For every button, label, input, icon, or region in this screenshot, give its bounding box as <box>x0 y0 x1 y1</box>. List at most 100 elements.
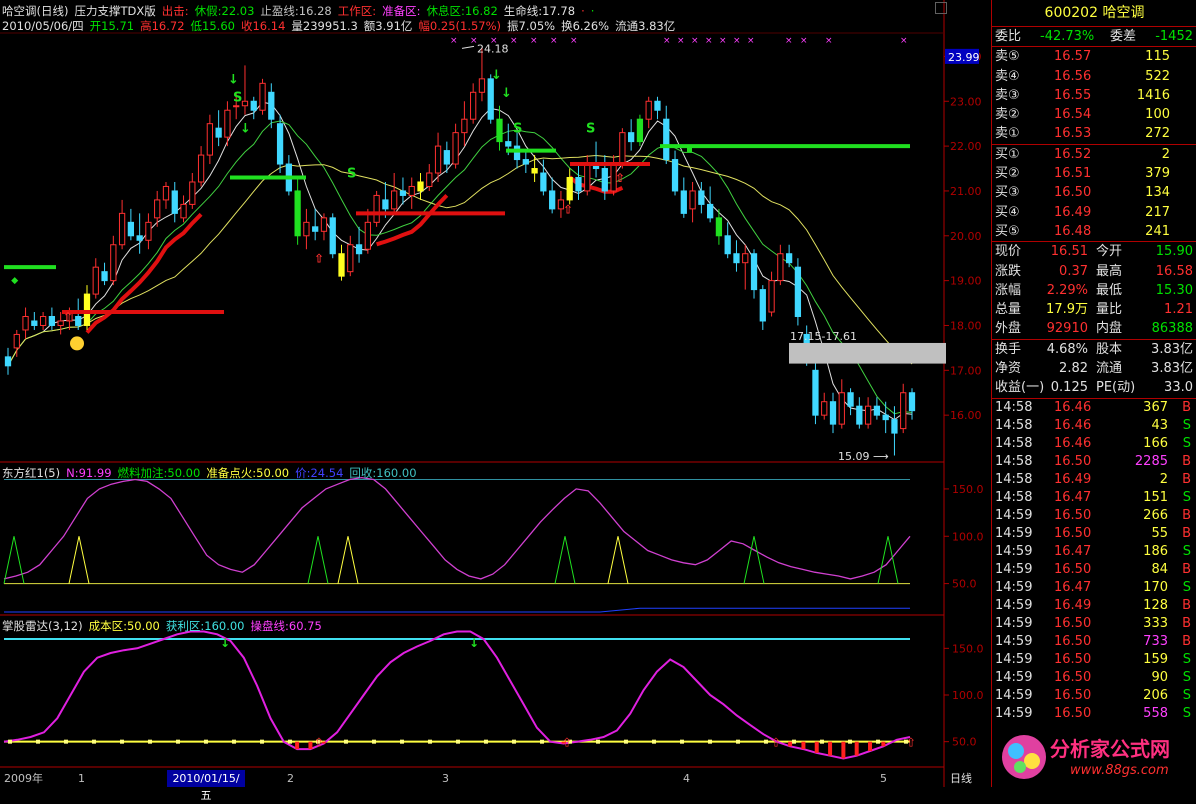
stock-code: 600202 <box>1044 5 1098 21</box>
date-tick: 3 <box>442 772 449 785</box>
logo-url: www.88gs.com <box>1070 763 1169 778</box>
buy-level-price: 16.52 <box>1054 146 1092 162</box>
chart-area[interactable]: 24.0023.0022.0021.0020.0019.0018.0017.00… <box>0 0 991 787</box>
tick-price: 16.46 <box>1054 435 1092 451</box>
candle-body <box>171 190 178 214</box>
maximize-icon[interactable] <box>935 2 947 14</box>
ind1-spike <box>554 536 576 584</box>
tick-direction: B <box>1182 525 1191 541</box>
ind2-cost-bar <box>308 741 313 750</box>
candle-body <box>794 266 802 318</box>
tick-row: 14:59 16.50 333 B <box>992 615 1196 633</box>
ind2-item-2: 操盘线:60.75 <box>250 619 322 633</box>
ind2-up-arrow-icon: ⇧ <box>906 735 916 749</box>
price-label: 18.00 <box>950 319 982 332</box>
ind2-cost-bar <box>814 741 819 753</box>
ind2-cost-marker <box>400 739 404 744</box>
header-item-8: · <box>590 4 595 18</box>
tick-volume: 151 <box>1143 489 1168 505</box>
header-item-0: 出击: <box>161 4 189 18</box>
candle-body <box>303 221 310 237</box>
candle-body <box>873 405 881 416</box>
tick-price: 16.50 <box>1054 525 1092 541</box>
header-item-7: · <box>581 4 585 18</box>
sell-level-price: 16.54 <box>1054 107 1092 123</box>
price-label: 22.00 <box>950 140 982 153</box>
up-arrow-icon: ⇧ <box>615 171 625 185</box>
candle-body <box>549 190 556 210</box>
ma20-line <box>7 154 913 367</box>
tick-time: 14:59 <box>995 543 1033 559</box>
candle-body <box>224 109 231 138</box>
tick-time: 14:59 <box>995 669 1033 685</box>
tick-direction: B <box>1182 399 1191 415</box>
tick-row: 14:59 16.50 159 S <box>992 651 1196 669</box>
tick-direction: B <box>1182 507 1191 523</box>
stock-code-title: 600202 哈空调 <box>992 0 1196 27</box>
candle-body <box>268 91 275 120</box>
sell-signal-label: S <box>513 122 522 137</box>
tick-volume: 90 <box>1151 669 1168 685</box>
stat-label: 涨跌 <box>995 263 1022 279</box>
tick-row: 14:58 16.46 166 S <box>992 435 1196 453</box>
ind2-cost-marker <box>540 739 544 744</box>
candle-body <box>197 154 205 183</box>
smiley-icon <box>70 336 84 351</box>
stat-value2: 15.90 <box>1155 244 1193 260</box>
candle-body <box>241 100 249 107</box>
candle-body <box>777 253 784 282</box>
weibi-label: 委比 <box>995 29 1022 44</box>
candle-body <box>768 280 775 313</box>
candle-body <box>742 253 749 264</box>
stat2-row: 收益(一) 0.125 PE(动) 33.0 <box>992 378 1196 397</box>
tick-volume: 266 <box>1143 507 1168 523</box>
candle-body <box>338 253 345 277</box>
signal-x-marker: × <box>747 36 755 46</box>
tick-direction: B <box>1182 471 1191 487</box>
ind1-spike <box>307 536 329 584</box>
tick-price: 16.50 <box>1054 705 1092 721</box>
ohlc-item-10: 流通3.83亿 <box>615 19 676 33</box>
tick-volume: 333 <box>1143 615 1168 631</box>
down-arrow-icon: ↓ <box>501 86 512 101</box>
candle-body <box>4 356 12 367</box>
tick-time: 14:59 <box>995 651 1033 667</box>
buy-level-volume: 241 <box>1145 223 1170 239</box>
buy-level-label: 买④ <box>995 204 1020 220</box>
period-button[interactable]: 日线 <box>950 770 972 787</box>
candle-body <box>461 118 468 134</box>
candle-body <box>259 82 266 111</box>
candle-body <box>522 159 529 165</box>
price-label: 19.00 <box>950 275 982 288</box>
ind2-item-1: 获利区:160.00 <box>165 619 245 633</box>
stat2-label2: PE(动) <box>1096 380 1136 396</box>
ind1-n-line <box>3 476 911 580</box>
candle-body <box>110 244 117 282</box>
tick-row: 14:59 16.50 90 S <box>992 669 1196 687</box>
tick-row: 14:58 16.49 2 B <box>992 471 1196 489</box>
stat-row: 涨幅 2.29% 最低 15.30 <box>992 281 1196 300</box>
candle-body <box>417 181 424 192</box>
buy-level-label: 买② <box>995 166 1020 182</box>
sell-level-row: 卖⑤ 16.57 115 <box>992 47 1196 66</box>
ind2-cost-marker <box>484 739 488 744</box>
tick-row: 14:59 16.47 170 S <box>992 579 1196 597</box>
ind1-item-0: N:91.99 <box>66 466 112 480</box>
ohlc-item-0: 2010/05/06/四 <box>2 19 84 33</box>
candle-body <box>654 100 661 111</box>
sell-level-label: 卖③ <box>995 87 1020 103</box>
current-price-label: 23.99 <box>948 51 980 64</box>
candle-body <box>566 176 573 201</box>
ind2-cost-bar <box>828 741 833 756</box>
stat-label2: 今开 <box>1096 244 1123 260</box>
ind2-cost-marker <box>624 739 628 744</box>
candle-body <box>320 217 328 232</box>
buy-level-row: 买② 16.51 379 <box>992 164 1196 183</box>
signal-x-marker: × <box>677 36 685 46</box>
stat-row: 外盘 92910 内盘 86388 <box>992 319 1196 338</box>
stat2-row: 换手 4.68% 股本 3.83亿 <box>992 340 1196 359</box>
candle-body <box>838 392 845 425</box>
price-label: 21.00 <box>950 185 982 198</box>
ind1-item-3: 价:24.54 <box>295 466 344 480</box>
buy-level-volume: 2 <box>1161 146 1170 162</box>
